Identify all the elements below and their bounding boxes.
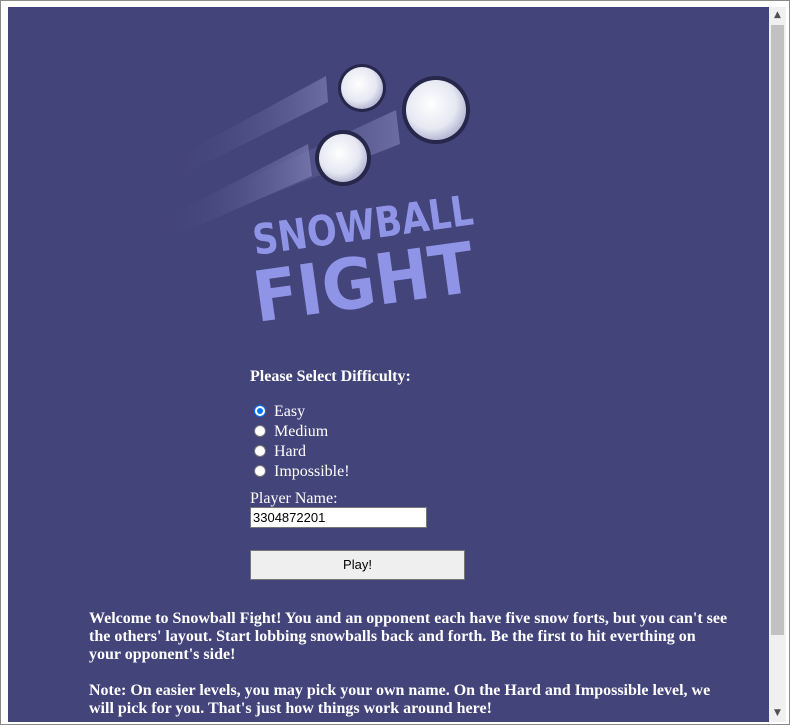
scrollbar-thumb[interactable] — [771, 25, 784, 635]
snowball — [341, 67, 383, 109]
difficulty-label-impossible[interactable]: Impossible! — [274, 462, 350, 482]
difficulty-option-medium[interactable]: Medium — [250, 422, 470, 442]
description-paragraph-1: Welcome to Snowball Fight! You and an op… — [89, 610, 728, 663]
difficulty-label-hard[interactable]: Hard — [274, 442, 306, 462]
game-setup-form: Please Select Difficulty: Easy Medium Ha… — [250, 368, 465, 580]
snowball — [406, 80, 466, 140]
difficulty-radio-impossible[interactable] — [254, 465, 266, 477]
player-name-input[interactable]: 3304872201 — [250, 507, 427, 528]
scroll-up-arrow-icon[interactable]: ▲ — [769, 7, 786, 24]
snowball — [319, 134, 367, 182]
difficulty-radio-easy[interactable] — [254, 405, 266, 417]
game-description: Welcome to Snowball Fight! You and an op… — [89, 610, 729, 722]
difficulty-heading: Please Select Difficulty: — [250, 368, 411, 385]
difficulty-option-easy[interactable]: Easy — [250, 402, 470, 422]
snowball-fight-logo: SNOWBALL FIGHT — [158, 64, 478, 337]
difficulty-radio-hard[interactable] — [254, 445, 266, 457]
description-paragraph-2: Note: On easier levels, you may pick you… — [89, 682, 711, 717]
play-button[interactable]: Play! — [250, 550, 465, 580]
difficulty-label-medium[interactable]: Medium — [274, 422, 328, 442]
difficulty-label-easy[interactable]: Easy — [274, 402, 305, 422]
player-name-label: Player Name: — [250, 490, 338, 507]
difficulty-option-impossible[interactable]: Impossible! — [250, 462, 470, 482]
vertical-scrollbar[interactable]: ▲ ▼ — [769, 7, 786, 722]
scroll-down-arrow-icon[interactable]: ▼ — [769, 705, 786, 722]
page-viewport: SNOWBALL FIGHT Please Select Difficulty:… — [8, 7, 769, 722]
difficulty-option-hard[interactable]: Hard — [250, 442, 470, 462]
difficulty-radio-medium[interactable] — [254, 425, 266, 437]
browser-frame: SNOWBALL FIGHT Please Select Difficulty:… — [0, 0, 790, 725]
